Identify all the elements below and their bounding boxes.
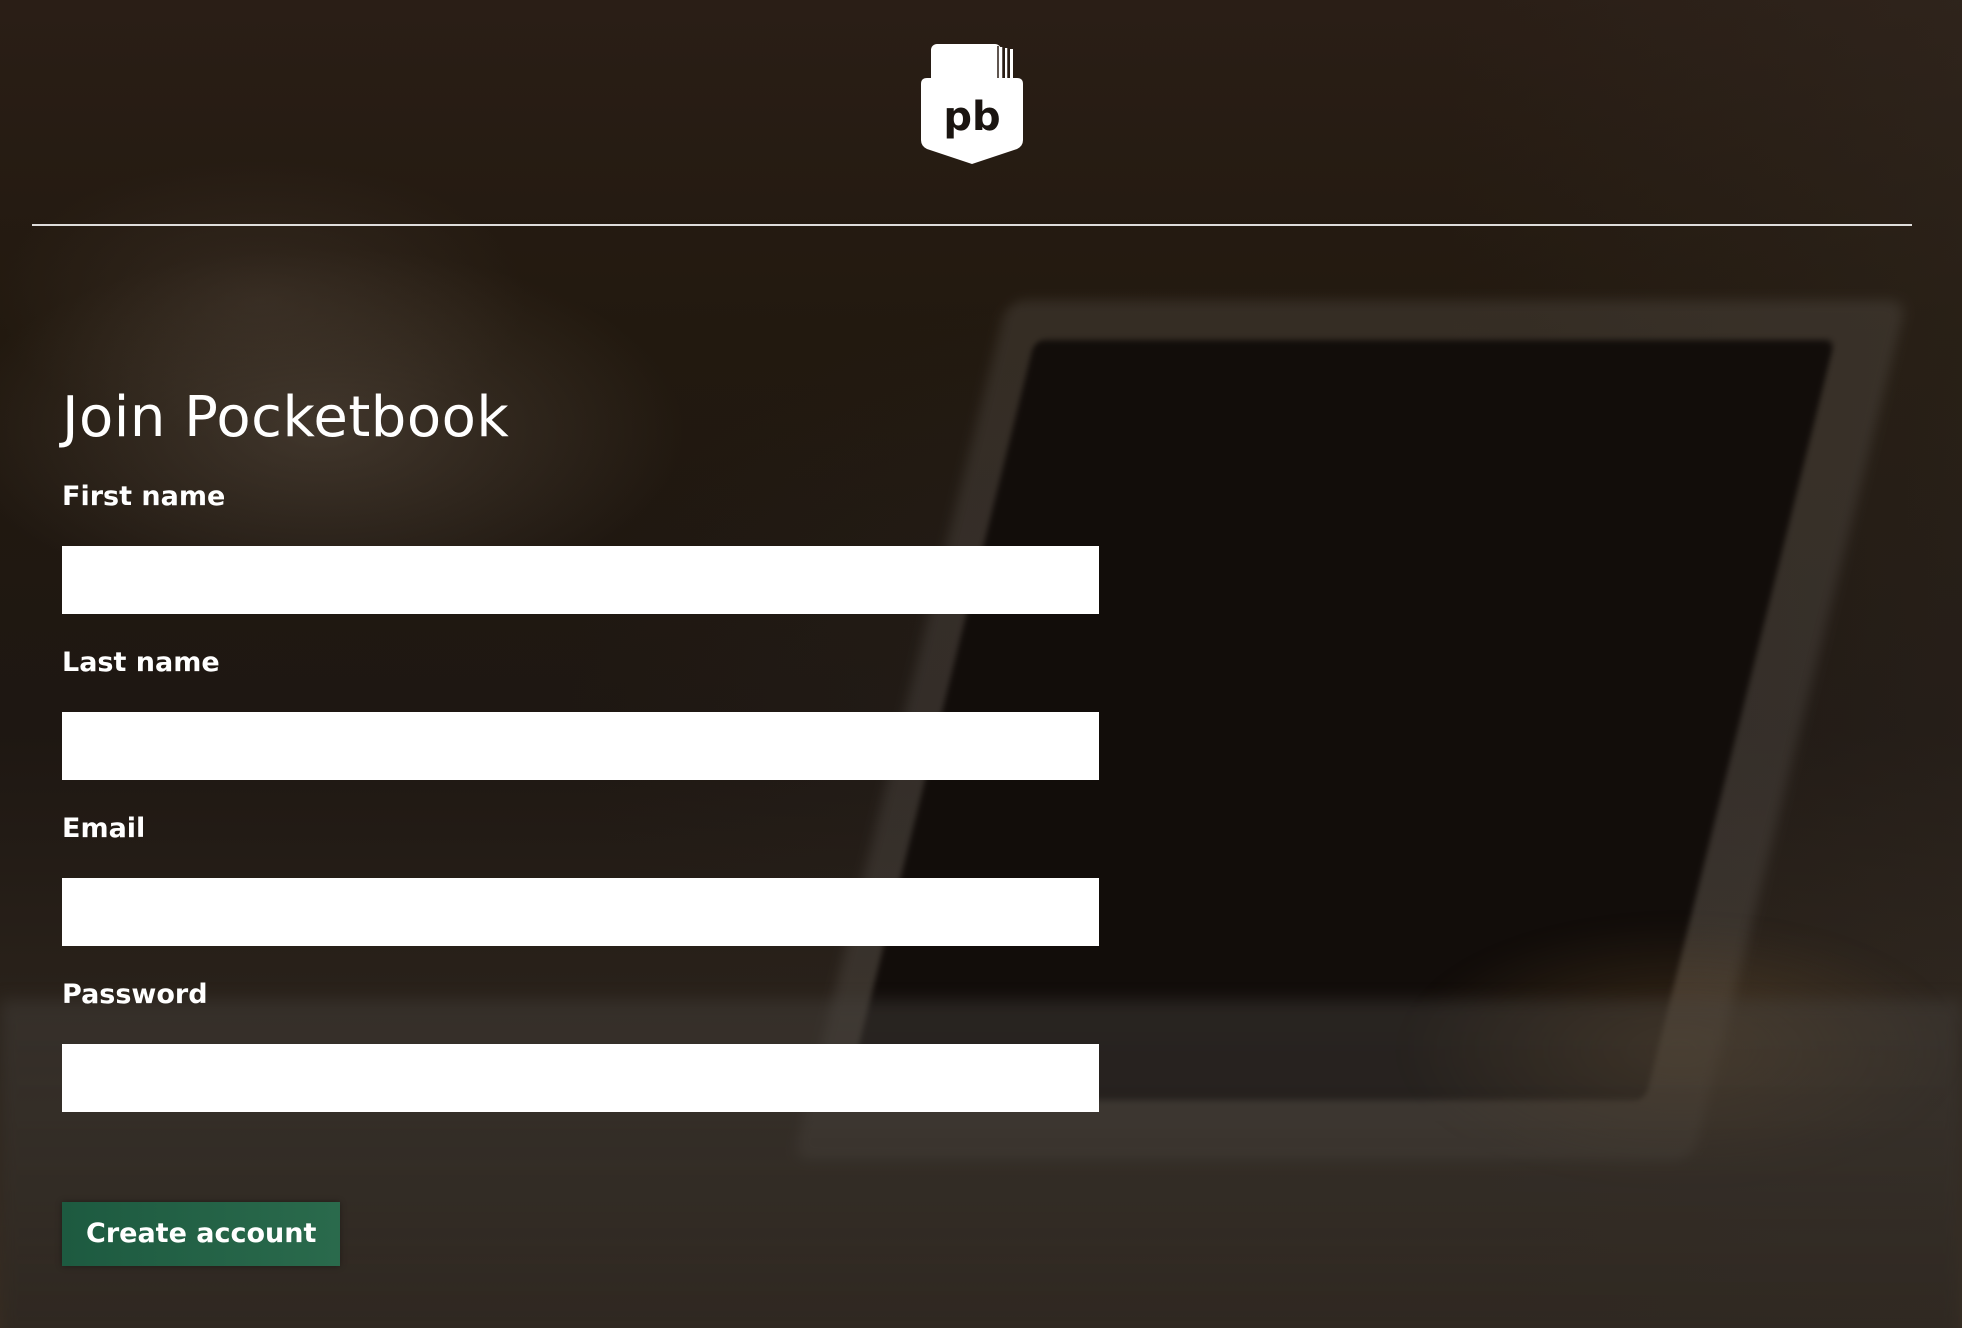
field-spacer xyxy=(62,780,1099,812)
header-divider xyxy=(32,224,1912,226)
field-spacer xyxy=(62,614,1099,646)
password-label: Password xyxy=(62,979,208,1010)
create-account-button[interactable]: Create account xyxy=(62,1202,341,1266)
first-name-input[interactable] xyxy=(62,546,1099,614)
pocketbook-logo-icon[interactable]: pb xyxy=(921,44,1023,164)
pocketbook-logo-svg: pb xyxy=(921,44,1023,164)
password-input[interactable] xyxy=(62,1044,1099,1112)
svg-text:pb: pb xyxy=(943,94,1000,140)
email-label: Email xyxy=(62,813,146,844)
page-title: Join Pocketbook xyxy=(62,385,510,450)
first-name-label: First name xyxy=(62,481,226,512)
field-spacer xyxy=(62,946,1099,978)
signup-form: Join Pocketbook First name Last name Ema… xyxy=(62,380,1099,1266)
last-name-input[interactable] xyxy=(62,712,1099,780)
last-name-label: Last name xyxy=(62,647,220,678)
email-input[interactable] xyxy=(62,878,1099,946)
